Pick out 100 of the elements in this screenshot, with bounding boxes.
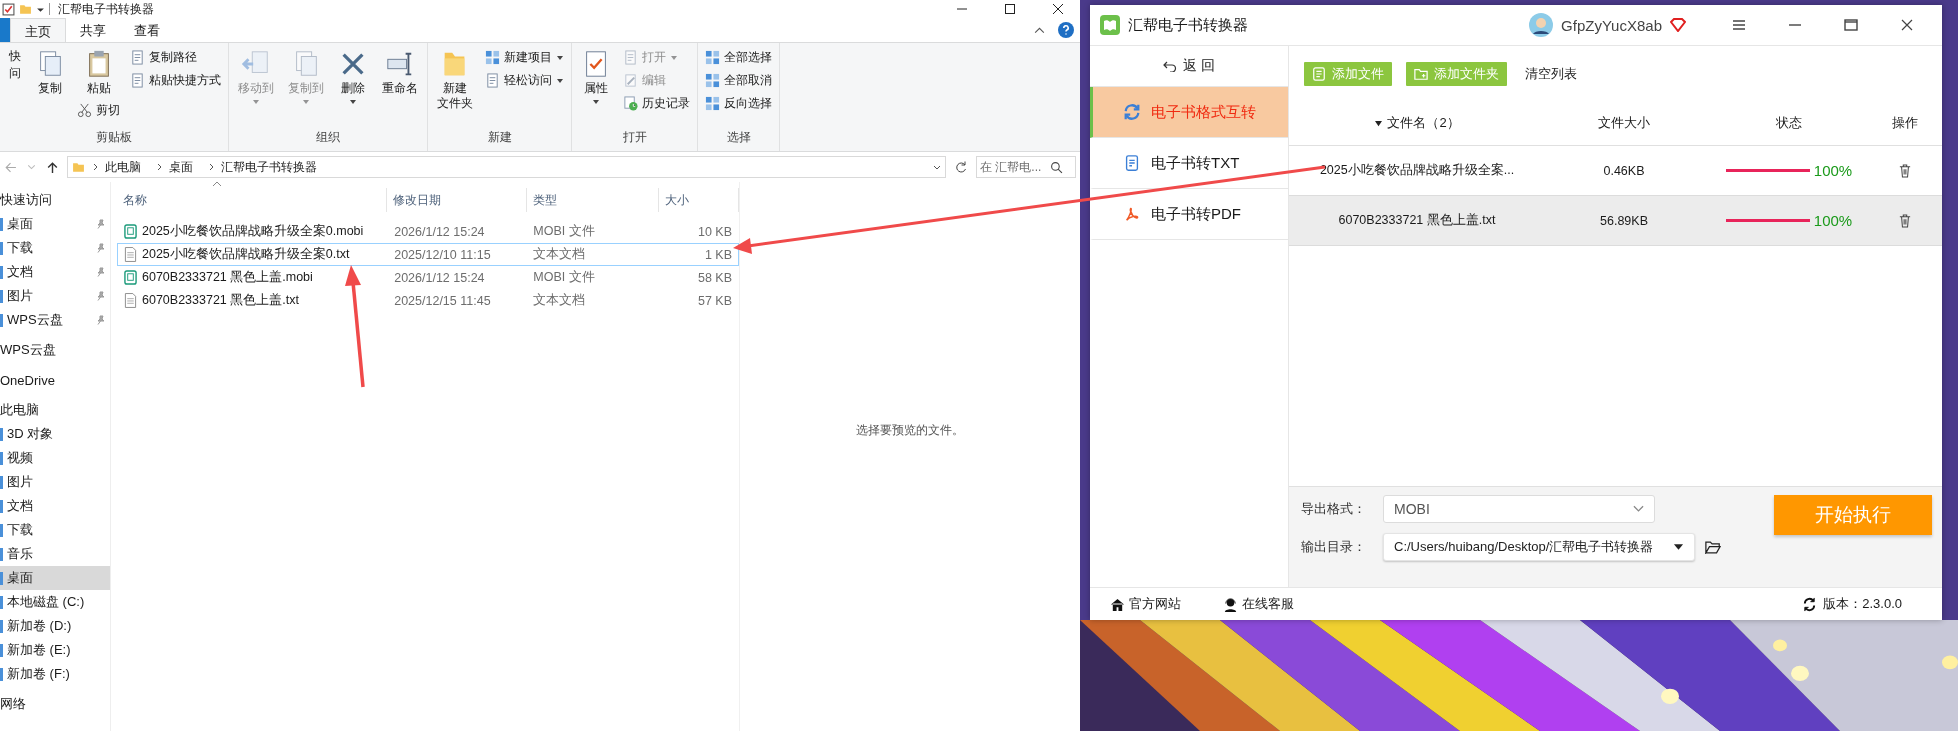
- column-header: 文件大小: [1597, 114, 1651, 132]
- trash-icon[interactable]: [1899, 163, 1911, 178]
- ribbon-tab[interactable]: 查看: [120, 18, 174, 42]
- nav-item[interactable]: 图片: [0, 470, 110, 494]
- nav-item[interactable]: 桌面: [0, 212, 110, 236]
- nav-item[interactable]: 网络: [0, 686, 110, 716]
- ribbon-button[interactable]: 重命名: [377, 47, 423, 98]
- nav-item[interactable]: OneDrive: [0, 362, 110, 392]
- folder-icon[interactable]: [1705, 540, 1721, 554]
- trash-icon[interactable]: [1899, 213, 1911, 228]
- nav-item[interactable]: 桌面: [0, 566, 110, 590]
- format-select[interactable]: MOBI: [1383, 495, 1655, 523]
- nav-item[interactable]: 快速访问: [0, 182, 110, 212]
- ribbon-tab[interactable]: 主页: [10, 18, 66, 42]
- column-header: 状态: [1775, 114, 1803, 132]
- breadcrumb[interactable]: 汇帮电子书转换器: [221, 158, 317, 176]
- table-row[interactable]: 6070B2333721 黑色上盖.txt 56.89KB 100%: [1289, 196, 1942, 246]
- ribbon-button[interactable]: 轻松访问: [482, 70, 567, 91]
- group-label: 打开: [621, 129, 648, 146]
- ribbon-button[interactable]: 全部取消: [702, 70, 775, 91]
- table-cell-text: 2025/12/10 11:15: [393, 247, 492, 262]
- footer-link[interactable]: 官方网站: [1110, 595, 1181, 613]
- group-label: 剪贴板: [95, 129, 133, 146]
- address-bar[interactable]: 此电脑 桌面 汇帮电子书转换器: [67, 156, 946, 178]
- refresh-icon[interactable]: [1802, 596, 1818, 612]
- pin-icon: [96, 267, 106, 277]
- support-agent-icon: [1223, 596, 1238, 612]
- table-cell-text: 0.46KB: [1602, 163, 1646, 178]
- column-header[interactable]: 文件名（2）: [1289, 114, 1545, 132]
- nav-item[interactable]: 3D 对象: [0, 422, 110, 446]
- pin-icon: [96, 315, 106, 325]
- nav-item[interactable]: 图片: [0, 284, 110, 308]
- maximize-icon[interactable]: [1844, 19, 1858, 31]
- ribbon-button[interactable]: 粘贴快捷方式: [127, 70, 224, 91]
- ribbon-button[interactable]: 反向选择: [702, 93, 775, 114]
- file-name: 6070B2333721 黑色上盖.mobi: [142, 269, 313, 286]
- nav-item[interactable]: 下载: [0, 236, 110, 260]
- ribbon-button[interactable]: 历史记录: [620, 93, 693, 114]
- menu-icon[interactable]: [1732, 19, 1746, 31]
- sort-caret-icon: [1374, 119, 1384, 127]
- footer-link[interactable]: 在线客服: [1223, 595, 1294, 613]
- avatar-icon[interactable]: [1529, 13, 1554, 37]
- ribbon-button[interactable]: 新建项目: [482, 47, 567, 68]
- checkbox-icon[interactable]: [2, 2, 15, 16]
- output-folder-select[interactable]: C:/Users/huibang/Desktop/汇帮电子书转换器: [1383, 533, 1695, 561]
- grid-icon: [705, 96, 720, 111]
- nav-item[interactable]: 音乐: [0, 542, 110, 566]
- nav-item[interactable]: 视频: [0, 446, 110, 470]
- nav-item[interactable]: 文档: [0, 260, 110, 284]
- column-header[interactable]: 类型: [526, 188, 659, 212]
- ribbon-label[interactable]: 问: [9, 66, 21, 81]
- grid-icon: [485, 50, 500, 65]
- close-icon[interactable]: [1052, 3, 1064, 15]
- file-row[interactable]: 6070B2333721 黑色上盖.mobi 2026/1/12 15:24 MOBI 文件 58 KB: [117, 266, 739, 289]
- ribbon-button[interactable]: 剪切: [74, 100, 123, 121]
- book-logo-icon: [1100, 15, 1120, 35]
- ribbon-button[interactable]: 删除: [333, 47, 373, 108]
- ribbon-button[interactable]: 复制: [30, 47, 70, 98]
- nav-item[interactable]: 新加卷 (F:): [0, 662, 110, 686]
- diamond-icon[interactable]: [1670, 18, 1686, 32]
- pin-icon: [96, 243, 106, 253]
- maximize-icon[interactable]: [1004, 3, 1016, 15]
- nav-item[interactable]: 新加卷 (D:): [0, 614, 110, 638]
- dropdown-icon[interactable]: [933, 163, 941, 171]
- close-icon[interactable]: [1900, 19, 1914, 31]
- breadcrumb[interactable]: 桌面: [169, 158, 193, 176]
- ribbon-label[interactable]: 快: [9, 49, 21, 64]
- file-row[interactable]: 2025小吃餐饮品牌战略升级全案0.mobi 2026/1/12 15:24 MOBI 文件 10 KB: [117, 220, 739, 243]
- nav-item[interactable]: 本地磁盘 (C:): [0, 590, 110, 614]
- user-name[interactable]: GfpZyYucX8ab: [1561, 16, 1662, 34]
- nav-item[interactable]: 此电脑: [0, 392, 110, 422]
- file-row[interactable]: 2025小吃餐饮品牌战略升级全案0.txt 2025/12/10 11:15 文本文档 1 KB: [117, 243, 739, 266]
- caret-icon: [349, 98, 357, 106]
- ribbon-button[interactable]: 新建文件夹: [432, 47, 478, 113]
- search-field[interactable]: 在 汇帮电...: [976, 156, 1076, 178]
- column-header[interactable]: 修改日期: [387, 188, 527, 212]
- nav-item[interactable]: 下载: [0, 518, 110, 542]
- file-row[interactable]: 6070B2333721 黑色上盖.txt 2025/12/15 11:45 文本文档 57 KB: [117, 289, 739, 312]
- nav-item[interactable]: 文档: [0, 494, 110, 518]
- mode-tab[interactable]: 电子书转PDF: [1090, 189, 1288, 240]
- ribbon-button[interactable]: 全部选择: [702, 47, 775, 68]
- mode-tab[interactable]: 电子书转TXT: [1090, 138, 1288, 189]
- ribbon-button[interactable]: 粘贴: [74, 47, 123, 98]
- column-header[interactable]: 大小: [658, 188, 739, 212]
- ribbon-button[interactable]: 属性: [576, 47, 616, 108]
- caret-icon: [670, 53, 678, 62]
- table-cell-text: 56.89KB: [1599, 213, 1649, 228]
- nav-item[interactable]: WPS云盘: [0, 308, 110, 332]
- nav-item[interactable]: 新加卷 (E:): [0, 638, 110, 662]
- caret-icon: [252, 98, 260, 106]
- pencil-icon: [623, 73, 638, 88]
- text-file-icon: [124, 293, 137, 308]
- column-header[interactable]: 名称: [117, 188, 388, 212]
- clear-list-button[interactable]: 清空列表: [1521, 64, 1581, 83]
- ribbon-button[interactable]: 复制路径: [127, 47, 224, 68]
- nav-item[interactable]: WPS云盘: [0, 332, 110, 362]
- breadcrumb[interactable]: 此电脑: [105, 158, 141, 176]
- up-icon[interactable]: [46, 160, 59, 174]
- ribbon-tab[interactable]: 共享: [66, 18, 120, 42]
- help-icon[interactable]: [1058, 22, 1074, 38]
